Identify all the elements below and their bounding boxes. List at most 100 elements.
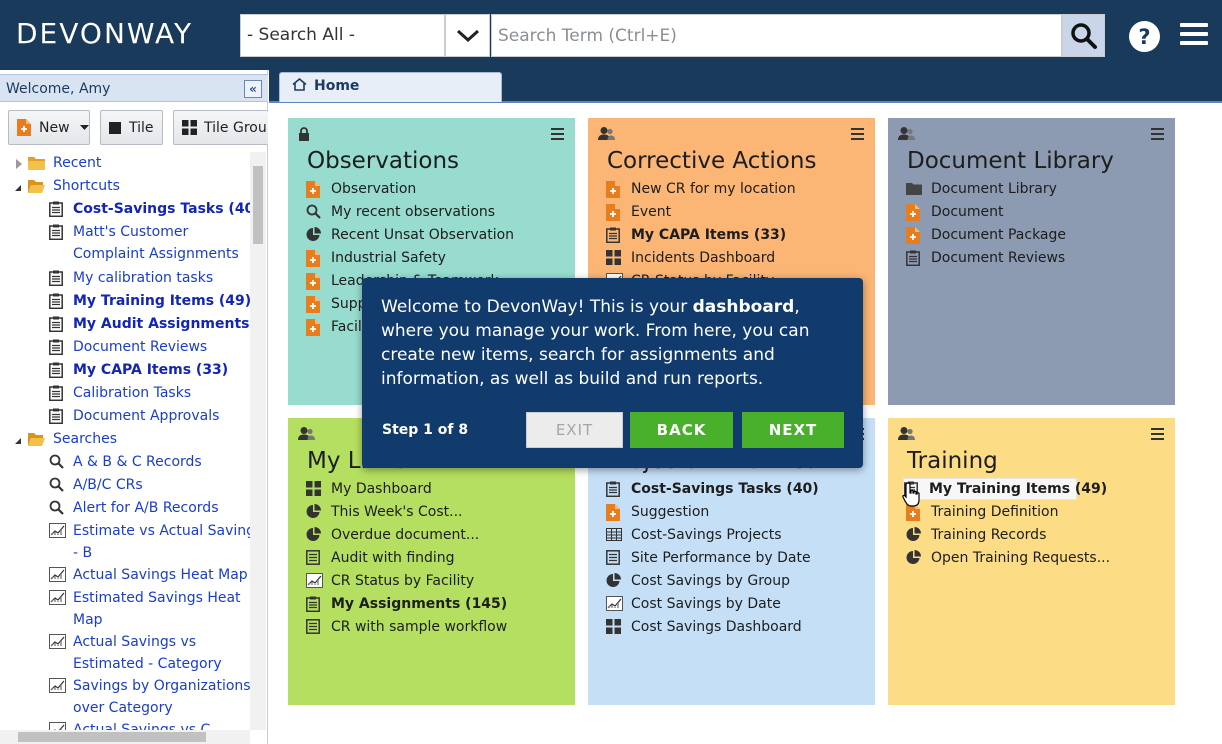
- tree-item[interactable]: Actual Savings vs C...: [0, 719, 250, 730]
- chart-icon: [49, 523, 66, 538]
- chart-icon: [49, 634, 66, 649]
- sidebar: Welcome, Amy « New Tile Tile Group Recen…: [0, 70, 268, 744]
- tree-item-label-line2: - B: [73, 545, 93, 561]
- tree-item[interactable]: My CAPA Items (33): [0, 359, 250, 381]
- tile-menu-icon[interactable]: [1151, 128, 1164, 143]
- tile-link-label: Open Training Requests...: [931, 550, 1111, 566]
- folder-icon: [906, 181, 922, 197]
- tree-item[interactable]: Document Approvals: [0, 405, 250, 427]
- tree-item-label: My Audit Assignments (8): [73, 316, 250, 332]
- tour-message: Welcome to DevonWay! This is your dashbo…: [381, 297, 810, 389]
- search-icon: [1070, 22, 1097, 49]
- tree-item[interactable]: Savings by Organizations over Category: [0, 675, 250, 719]
- tile-link-label: Document Reviews: [931, 250, 1066, 266]
- tree-item[interactable]: Document Reviews: [0, 336, 250, 358]
- tile-link-label: Incidents Dashboard: [631, 250, 776, 266]
- add-tile-button[interactable]: Tile: [100, 110, 163, 145]
- clipboard-icon: [49, 362, 64, 379]
- tree-folder-recent[interactable]: Recent: [0, 152, 250, 174]
- tile-title[interactable]: Document Library: [907, 148, 1114, 174]
- user-icon: [298, 426, 315, 445]
- tree-item[interactable]: Actual Savings Heat Map: [0, 564, 250, 586]
- tile-link-label: Cost-Savings Projects: [631, 527, 782, 543]
- tile-title[interactable]: Observations: [307, 148, 459, 174]
- new-doc-icon: [17, 119, 31, 136]
- search-input[interactable]: [491, 14, 1062, 57]
- tile-link-label: This Week's Cost...: [331, 504, 463, 520]
- tour-back-button[interactable]: BACK: [630, 412, 733, 448]
- tree-item[interactable]: Actual Savings vs Estimated - Category: [0, 631, 250, 675]
- sidebar-horizontal-scroll-thumb[interactable]: [18, 732, 206, 742]
- tile-link-label: Overdue document...: [331, 527, 480, 543]
- chart-icon: [49, 567, 66, 582]
- new-button[interactable]: New: [8, 110, 90, 145]
- chart-icon: [606, 596, 623, 612]
- tree-item-label-line2: Map: [73, 612, 103, 628]
- tree-item[interactable]: My Audit Assignments (8): [0, 313, 250, 335]
- tree-item-label: A/B/C CRs: [73, 477, 143, 493]
- tile-menu-icon[interactable]: [551, 128, 564, 143]
- tree-item[interactable]: Calibration Tasks: [0, 382, 250, 404]
- welcome-tour-popup: Welcome to DevonWay! This is your dashbo…: [362, 278, 863, 468]
- clipboard-icon: [306, 596, 321, 613]
- tree-item[interactable]: A/B/C CRs: [0, 474, 250, 496]
- tile-link[interactable]: My Training Items (49): [904, 479, 1107, 499]
- tree-item[interactable]: Alert for A/B Records: [0, 497, 250, 519]
- tree-item[interactable]: Estimated Savings Heat Map: [0, 587, 250, 631]
- tour-step-indicator: Step 1 of 8: [382, 422, 469, 438]
- chart-icon: [49, 722, 66, 730]
- tree-item[interactable]: A & B & C Records: [0, 451, 250, 473]
- tree-item[interactable]: My calibration tasks: [0, 267, 250, 289]
- tile-title[interactable]: Corrective Actions: [607, 148, 816, 174]
- tour-next-button[interactable]: NEXT: [742, 412, 844, 448]
- tree-item-label: Cost-Savings Tasks (40): [73, 201, 250, 217]
- tile-link-label: Document Library: [931, 181, 1057, 197]
- clipboard-icon: [49, 339, 64, 356]
- tree-item-label: Matt's Customer: [73, 224, 189, 240]
- tree-item[interactable]: Cost-Savings Tasks (40): [0, 198, 250, 220]
- tile-link-label: Audit with finding: [331, 550, 455, 566]
- tree-item[interactable]: My Training Items (49): [0, 290, 250, 312]
- collapse-sidebar-button[interactable]: «: [244, 80, 262, 98]
- clipboard-icon: [49, 224, 64, 241]
- list-icon: [606, 550, 621, 566]
- tile-link-label: Event: [631, 204, 672, 220]
- pie-icon: [606, 573, 621, 589]
- new-doc-icon: [606, 204, 621, 221]
- dashboard-icon: [606, 250, 621, 266]
- list-icon: [306, 550, 321, 566]
- search-scope-select[interactable]: - Search All -: [240, 14, 445, 57]
- search-icon: [49, 454, 64, 469]
- chevron-down-icon: [456, 29, 479, 42]
- folder-icon: [28, 431, 45, 446]
- tree-folder-shortcuts[interactable]: Shortcuts: [0, 175, 250, 197]
- tile-menu-icon[interactable]: [851, 128, 864, 143]
- search-scope-dropdown-button[interactable]: [445, 14, 490, 57]
- tile-link-label: Cost Savings by Date: [631, 596, 781, 612]
- table-icon: [606, 527, 622, 543]
- app-logo[interactable]: DEVONWAY: [16, 17, 193, 50]
- search-button[interactable]: [1062, 14, 1105, 57]
- tree-expand-toggle[interactable]: [16, 159, 22, 169]
- tile-group-button-label: Tile Group: [204, 119, 268, 136]
- tree-item-label: Estimate vs Actual Savings: [73, 523, 250, 539]
- tile-link-label: Cost Savings Dashboard: [631, 619, 802, 635]
- tree-item[interactable]: Estimate vs Actual Savings - B: [0, 520, 250, 564]
- tile-menu-icon[interactable]: [1151, 428, 1164, 443]
- sidebar-vertical-scroll-thumb[interactable]: [253, 166, 263, 244]
- add-tile-group-button[interactable]: Tile Group: [173, 110, 268, 145]
- tour-exit-button[interactable]: EXIT: [526, 412, 623, 448]
- tile-link-label: Suggestion: [631, 504, 710, 520]
- tree-collapse-toggle[interactable]: [15, 438, 21, 444]
- tree-collapse-toggle[interactable]: [15, 185, 21, 191]
- new-doc-icon: [306, 250, 321, 267]
- help-icon[interactable]: ?: [1129, 21, 1160, 52]
- tile-title[interactable]: Training: [907, 448, 998, 474]
- tab-home[interactable]: Home: [279, 72, 502, 102]
- tree-folder-searches[interactable]: Searches: [0, 428, 250, 450]
- clipboard-icon: [49, 385, 64, 402]
- tile-link-label: CR with sample workflow: [331, 619, 508, 635]
- tree-folder-label: Shortcuts: [53, 178, 120, 194]
- hamburger-menu-icon[interactable]: [1180, 23, 1209, 49]
- tree-item[interactable]: Matt's Customer Complaint Assignments: [0, 221, 250, 265]
